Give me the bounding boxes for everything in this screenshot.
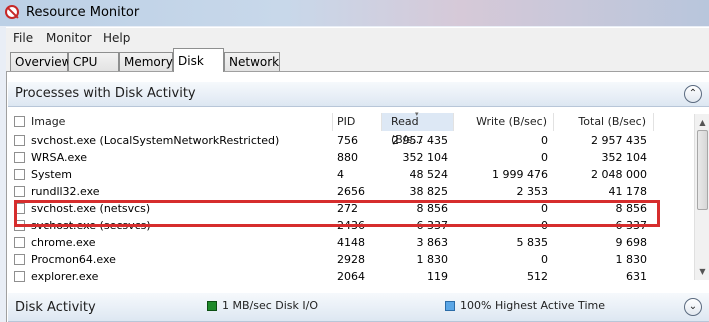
cell-image: System [31,168,73,181]
active-time-legend-label: 100% Highest Active Time [460,299,605,312]
row-checkbox[interactable] [14,186,25,197]
cell-pid: 2656 [337,185,365,198]
disk-io-legend-swatch [207,301,217,311]
disk-io-legend-label: 1 MB/sec Disk I/O [222,299,319,312]
table-row[interactable]: rundll32.exe 2656 38 825 2 353 41 178 [8,183,694,200]
expand-chevron-icon[interactable]: ⌄ [684,298,702,316]
cell-read: 38 825 [409,185,449,198]
tab-network[interactable]: Network [224,52,280,71]
cell-total: 2 048 000 [591,168,647,181]
title-bar: Resource Monitor [0,0,709,26]
cell-pid: 4 [337,168,344,181]
row-checkbox[interactable] [14,152,25,163]
menu-bar: File Monitor Help [6,27,709,47]
cell-image: WRSA.exe [31,151,88,164]
column-header-read[interactable]: Read (B/s... ▾ [382,110,454,146]
scrollbar-thumb[interactable] [697,130,708,210]
tab-overview[interactable]: Overview [10,52,72,71]
cell-write: 1 999 476 [492,168,548,181]
cell-image: Procmon64.exe [31,253,116,266]
cell-read: 1 830 [416,253,449,266]
column-header-pid[interactable]: PID [333,113,382,131]
tab-cpu[interactable]: CPU [68,52,119,71]
disk-activity-section-title: Disk Activity [15,300,96,315]
active-time-legend-swatch [445,301,455,311]
cell-total: 631 [626,270,647,283]
collapse-chevron-icon[interactable]: ⌃ [684,85,702,103]
row-checkbox[interactable] [14,237,25,248]
cell-write: 512 [527,270,548,283]
tab-memory[interactable]: Memory [119,52,173,71]
cell-pid: 756 [337,134,358,147]
processes-section-title: Processes with Disk Activity [15,86,196,101]
cell-pid: 880 [337,151,358,164]
highlight-annotation [14,200,660,227]
resource-monitor-icon [5,5,19,19]
cell-image: svchost.exe (LocalSystemNetworkRestricte… [31,134,280,147]
column-header-write[interactable]: Write (B/sec) [454,113,554,131]
cell-image: chrome.exe [31,236,96,249]
cell-total: 41 178 [608,185,648,198]
cell-total: 2 957 435 [591,134,647,147]
disk-activity-section-header[interactable]: Disk Activity 1 MB/sec Disk I/O 100% Hig… [8,293,709,322]
cell-write: 0 [541,253,548,266]
table-row[interactable]: System 4 48 524 1 999 476 2 048 000 [8,166,694,183]
tab-disk[interactable]: Disk [173,48,224,72]
cell-read: 3 863 [416,236,449,249]
cell-write: 0 [541,151,548,164]
cell-read: 119 [427,270,448,283]
cell-pid: 2928 [337,253,365,266]
cell-total: 9 698 [615,236,648,249]
row-checkbox[interactable] [14,271,25,282]
cell-pid: 2064 [337,270,365,283]
cell-total: 1 830 [615,253,648,266]
row-checkbox[interactable] [14,254,25,265]
table-row[interactable]: chrome.exe 4148 3 863 5 835 9 698 [8,234,694,251]
row-checkbox[interactable] [14,135,25,146]
menu-monitor[interactable]: Monitor [46,31,92,45]
row-checkbox[interactable] [14,169,25,180]
menu-help[interactable]: Help [103,31,130,45]
select-all-checkbox[interactable] [14,116,25,127]
table-row[interactable]: explorer.exe 2064 119 512 631 [8,268,694,285]
tab-strip: Overview CPU Memory Disk Network [6,46,709,72]
cell-write: 0 [541,134,548,147]
table-row[interactable]: Procmon64.exe 2928 1 830 0 1 830 [8,251,694,268]
disk-tab-content: Processes with Disk Activity ⌃ Image PID… [6,72,709,322]
vertical-scrollbar[interactable]: ▲ ▼ [694,114,709,280]
cell-pid: 4148 [337,236,365,249]
cell-read: 48 524 [409,168,449,181]
cell-write: 2 353 [516,185,549,198]
processes-section-header[interactable]: Processes with Disk Activity ⌃ [8,82,709,107]
column-header-image[interactable]: Image [8,113,333,131]
window-title: Resource Monitor [26,5,140,20]
cell-image: rundll32.exe [31,185,100,198]
cell-write: 5 835 [516,236,549,249]
table-row[interactable]: WRSA.exe 880 352 104 0 352 104 [8,149,694,166]
column-header-total[interactable]: Total (B/sec) [554,113,654,131]
table-row[interactable]: svchost.exe (LocalSystemNetworkRestricte… [8,132,694,149]
cell-image: explorer.exe [31,270,99,283]
scroll-up-arrow-icon[interactable]: ▲ [696,116,709,129]
scroll-down-arrow-icon[interactable]: ▼ [696,265,709,278]
sort-arrow-icon: ▾ [415,110,419,118]
cell-read: 2 957 435 [392,134,448,147]
cell-total: 352 104 [601,151,648,164]
cell-read: 352 104 [402,151,449,164]
menu-file[interactable]: File [13,31,33,45]
